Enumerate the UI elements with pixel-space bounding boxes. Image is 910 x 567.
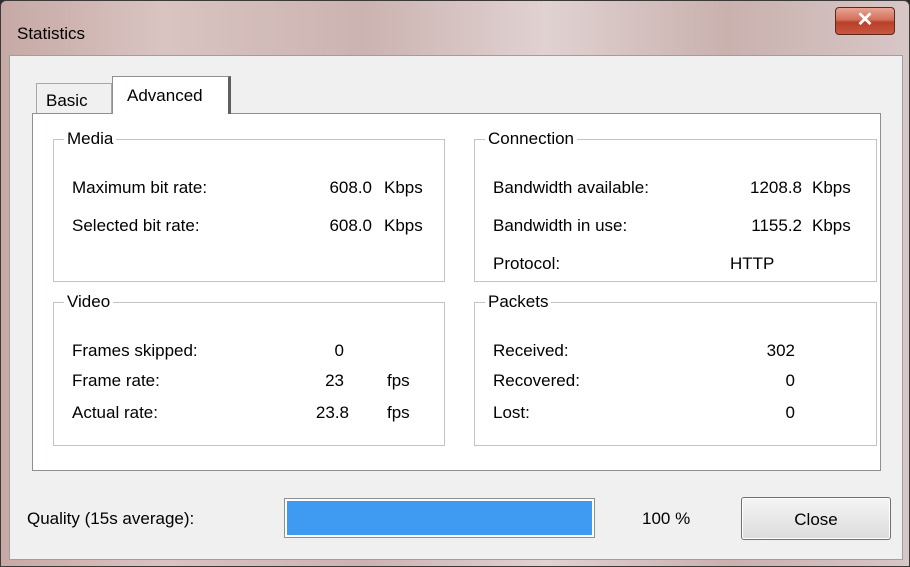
window-title: Statistics: [17, 24, 86, 43]
frame-rate-unit: fps: [387, 371, 410, 390]
quality-progress-fill: [287, 501, 592, 535]
media-group: Media Maximum bit rate: 608.0 Kbps Selec…: [53, 129, 445, 282]
recovered-value: 0: [785, 371, 795, 390]
recovered-label: Recovered:: [493, 371, 580, 390]
max-bit-rate-label: Maximum bit rate:: [72, 178, 208, 197]
quality-progress-bar: [284, 498, 595, 538]
close-button[interactable]: Close: [741, 497, 891, 540]
selected-bit-rate-value: 608.0: [329, 216, 372, 235]
actual-rate-value: 23.8: [315, 403, 349, 422]
advanced-tab-panel: Media Maximum bit rate: 608.0 Kbps Selec…: [32, 113, 881, 471]
close-icon: ✕: [856, 9, 874, 31]
received-value: 302: [766, 341, 795, 360]
bandwidth-in-use-unit: Kbps: [812, 216, 851, 235]
bandwidth-available-label: Bandwidth available:: [493, 178, 649, 197]
statistics-window: Statistics ✕ Basic Advanced Media Maximu…: [0, 0, 910, 567]
tab-advanced-label: Advanced: [127, 86, 203, 105]
frame-rate-label: Frame rate:: [72, 371, 160, 390]
selected-bit-rate-label: Selected bit rate:: [72, 216, 200, 235]
packets-group: Packets Received: 302 Recovered: 0 Lost:…: [474, 292, 877, 446]
actual-rate-label: Actual rate:: [72, 403, 158, 422]
lost-value: 0: [785, 403, 795, 422]
protocol-label: Protocol:: [493, 254, 561, 273]
selected-bit-rate-unit: Kbps: [384, 216, 423, 235]
connection-group: Connection Bandwidth available: 1208.8 K…: [474, 129, 877, 282]
quality-label: Quality (15s average):: [27, 509, 195, 528]
tab-advanced[interactable]: Advanced: [112, 76, 231, 114]
bandwidth-in-use-label: Bandwidth in use:: [493, 216, 628, 235]
bandwidth-in-use-value: 1155.2: [751, 216, 802, 235]
tab-basic-label: Basic: [46, 91, 88, 110]
video-group: Video Frames skipped: 0 Frame rate: 23 f…: [53, 292, 445, 446]
tab-basic[interactable]: Basic: [36, 83, 112, 113]
video-group-title: Video: [64, 292, 114, 312]
dialog-client-area: Basic Advanced Media Maximum bit rate: 6…: [9, 55, 903, 560]
media-group-title: Media: [64, 129, 117, 149]
max-bit-rate-unit: Kbps: [384, 178, 423, 197]
window-close-button[interactable]: ✕: [835, 7, 895, 35]
protocol-value: HTTP: [730, 254, 775, 273]
frame-rate-value: 23: [325, 371, 344, 390]
lost-label: Lost:: [493, 403, 530, 422]
connection-group-title: Connection: [485, 129, 578, 149]
frames-skipped-value: 0: [334, 341, 344, 360]
quality-percent: 100 %: [642, 509, 691, 528]
bandwidth-available-unit: Kbps: [812, 178, 851, 197]
bandwidth-available-value: 1208.8: [750, 178, 802, 197]
frames-skipped-label: Frames skipped:: [72, 341, 198, 360]
title-bar[interactable]: Statistics ✕: [1, 1, 909, 55]
actual-rate-unit: fps: [387, 403, 410, 422]
max-bit-rate-value: 608.0: [329, 178, 372, 197]
received-label: Received:: [493, 341, 569, 360]
packets-group-title: Packets: [485, 292, 552, 312]
